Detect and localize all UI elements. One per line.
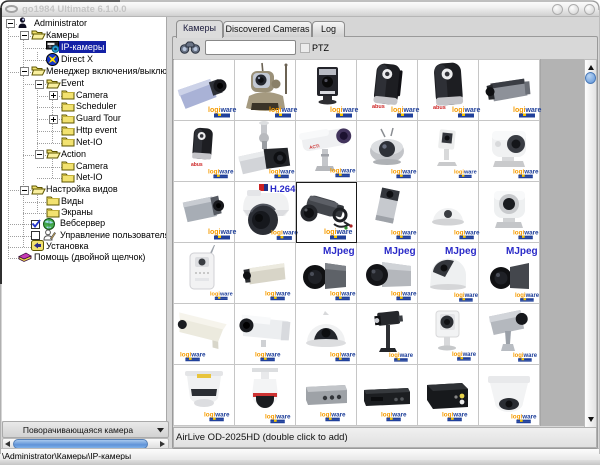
svg-text:logiware: logiware <box>180 351 206 358</box>
svg-text:logiware: logiware <box>265 290 291 297</box>
svg-text:logiware: logiware <box>452 107 481 114</box>
svg-text:MJpeg: MJpeg <box>323 246 355 257</box>
svg-text:logiware: logiware <box>454 293 479 299</box>
svg-text:logiware: logiware <box>330 351 356 358</box>
svg-text:logiware: logiware <box>511 413 537 420</box>
svg-text:abus: abus <box>433 105 446 111</box>
svg-text:logiware: logiware <box>330 290 356 297</box>
svg-text:logiware: logiware <box>324 229 353 236</box>
svg-text:logiware: logiware <box>320 411 346 418</box>
svg-text:logiware: logiware <box>513 168 539 175</box>
svg-text:logiware: logiware <box>381 411 407 418</box>
svg-text:MJpeg: MJpeg <box>445 246 477 257</box>
svg-text:logiware: logiware <box>271 230 298 237</box>
svg-text:logiware: logiware <box>255 351 281 358</box>
svg-text:logiware: logiware <box>330 167 356 174</box>
svg-text:logiware: logiware <box>204 411 230 418</box>
svg-text:logiware: logiware <box>210 292 233 298</box>
svg-text:logiware: logiware <box>452 352 477 358</box>
svg-text:logiware: logiware <box>269 168 295 175</box>
svg-text:abus: abus <box>372 104 385 110</box>
svg-text:logiware: logiware <box>208 229 237 236</box>
svg-text:logiware: logiware <box>391 168 417 175</box>
svg-text:logiware: logiware <box>454 170 477 176</box>
svg-text:logiware: logiware <box>513 353 538 359</box>
svg-text:logiware: logiware <box>330 107 359 114</box>
svg-text:MJpeg: MJpeg <box>506 246 538 257</box>
svg-text:logiware: logiware <box>269 107 298 114</box>
svg-text:logiware: logiware <box>391 290 417 297</box>
svg-text:logiware: logiware <box>265 413 291 420</box>
svg-text:logiware: logiware <box>442 411 468 418</box>
svg-text:abus: abus <box>191 162 203 168</box>
svg-text:logiware: logiware <box>515 293 540 299</box>
svg-text:logiware: logiware <box>391 229 417 236</box>
svg-text:logiware: logiware <box>513 229 539 236</box>
svg-text:logiware: logiware <box>208 107 237 114</box>
svg-text:MJpeg: MJpeg <box>384 246 416 257</box>
svg-text:logiware: logiware <box>389 353 414 359</box>
svg-text:logiware: logiware <box>208 168 234 175</box>
svg-text:logiware: logiware <box>454 229 480 236</box>
svg-text:logiware: logiware <box>391 107 420 114</box>
svg-text:logiware: logiware <box>513 107 542 114</box>
